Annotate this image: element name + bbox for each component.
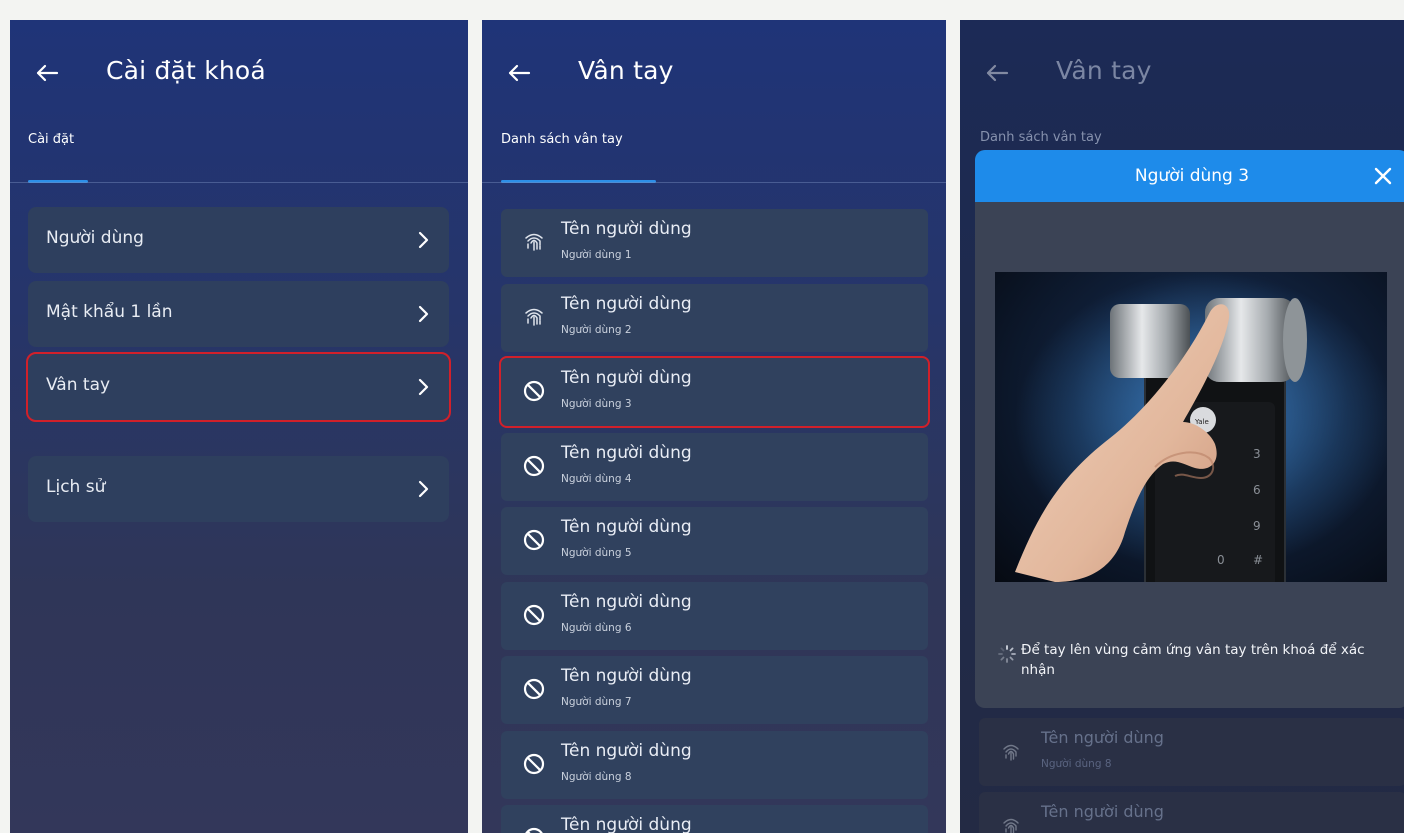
tab-fingerprint-list[interactable]: Danh sách vân tay [501, 132, 623, 147]
fingerprint-list-item[interactable]: Tên người dùng Người dùng 3 [499, 356, 930, 428]
user-name: Tên người dùng [561, 591, 692, 612]
user-label: Người dùng 4 [561, 472, 632, 485]
user-label: Người dùng 8 [1041, 758, 1112, 770]
user-name: Tên người dùng [561, 293, 692, 314]
keypad-key: 6 [1253, 483, 1261, 497]
chevron-right-icon [418, 378, 429, 396]
page-title: Vân tay [578, 56, 674, 85]
fingerprint-list-item[interactable]: Tên người dùng [501, 805, 928, 833]
blocked-icon [523, 753, 545, 774]
user-name: Tên người dùng [561, 740, 692, 761]
dialog-title: Người dùng 3 [1134, 166, 1250, 186]
fingerprint-verify-screen: Vân tay Danh sách vân tay Tên người dùng… [960, 20, 1404, 833]
fingerprint-icon [525, 308, 543, 326]
user-name: Tên người dùng [561, 368, 692, 388]
menu-item-label: Lịch sử [46, 477, 106, 497]
fingerprint-list-item[interactable]: Tên người dùng Người dùng 6 [501, 581, 928, 650]
menu-item-label: Người dùng [46, 228, 144, 248]
back-arrow-icon[interactable] [32, 58, 62, 88]
menu-item-fingerprint[interactable]: Vân tay [26, 352, 451, 422]
loading-spinner-icon [998, 645, 1016, 663]
lock-fingerprint-illustration: 3 6 9 0 # Yale [995, 272, 1387, 582]
menu-item-one-time-password[interactable]: Mật khẩu 1 lần [28, 281, 449, 347]
header: Vân tay [960, 20, 1404, 130]
fingerprint-list-item[interactable]: Tên người dùng Người dùng 1 [501, 209, 928, 277]
fingerprint-list-item[interactable]: Tên người dùng Người dùng 5 [501, 507, 928, 575]
tab-settings[interactable]: Cài đặt [28, 132, 74, 147]
fingerprint-list-item[interactable]: Tên người dùng Người dùng 4 [501, 432, 928, 501]
user-label: Người dùng 6 [561, 621, 632, 634]
user-label: Người dùng 8 [561, 770, 632, 783]
user-label: Người dùng 3 [561, 398, 632, 410]
header: Vân tay [482, 20, 946, 130]
keypad-key: 3 [1253, 447, 1261, 461]
lock-hand-illustration: 3 6 9 0 # Yale [1015, 272, 1387, 582]
blocked-icon [523, 380, 545, 402]
lock-brand: Yale [1194, 418, 1209, 426]
back-arrow-icon[interactable] [504, 58, 534, 88]
user-label: Người dùng 2 [561, 323, 632, 336]
fingerprint-list-item[interactable]: Tên người dùng Người dùng 2 [501, 283, 928, 352]
menu-item-users[interactable]: Người dùng [28, 207, 449, 273]
header: Cài đặt khoá [10, 20, 468, 130]
menu-item-history[interactable]: Lịch sử [28, 456, 449, 522]
user-name: Tên người dùng [561, 219, 692, 239]
blocked-icon [523, 455, 545, 476]
fingerprint-list-screen: Vân tay Danh sách vân tay Tên người dùng… [482, 20, 946, 833]
chevron-right-icon [418, 480, 429, 498]
user-label: Người dùng 5 [561, 547, 632, 559]
chevron-right-icon [418, 231, 429, 249]
user-name: Tên người dùng [1041, 802, 1164, 821]
fingerprint-verify-dialog: Người dùng 3 3 6 9 0 # Yale Để tay lên v… [975, 150, 1404, 708]
fingerprint-icon [1003, 744, 1019, 761]
keypad-key: 9 [1253, 519, 1261, 533]
keypad-key: # [1253, 553, 1263, 567]
list-item: Tên người dùng [979, 792, 1404, 833]
menu-item-label: Mật khẩu 1 lần [46, 302, 173, 322]
page-title: Vân tay [1056, 56, 1152, 85]
tab-divider [10, 182, 468, 183]
fingerprint-instruction: Để tay lên vùng cảm ứng vân tay trên kho… [1021, 642, 1365, 678]
user-label: Người dùng 1 [561, 249, 632, 261]
keypad-key: 0 [1217, 553, 1225, 567]
blocked-icon [525, 827, 543, 833]
blocked-icon [523, 678, 545, 700]
chevron-right-icon [418, 305, 429, 323]
dialog-header: Người dùng 3 [975, 150, 1404, 202]
back-arrow-icon [986, 64, 1009, 82]
list-item: Tên người dùng Người dùng 8 [979, 718, 1404, 786]
close-icon[interactable] [1373, 166, 1393, 186]
fingerprint-icon [525, 233, 543, 251]
user-name: Tên người dùng [561, 442, 692, 463]
user-name: Tên người dùng [561, 666, 692, 686]
user-label: Người dùng 7 [561, 696, 632, 708]
menu-item-label: Vân tay [46, 375, 111, 395]
blocked-icon [523, 604, 545, 625]
user-name: Tên người dùng [1041, 728, 1164, 747]
tab-fingerprint-list: Danh sách vân tay [980, 130, 1102, 145]
fingerprint-list-item[interactable]: Tên người dùng Người dùng 8 [501, 730, 928, 799]
fingerprint-list-item[interactable]: Tên người dùng Người dùng 7 [501, 656, 928, 724]
tab-divider [482, 182, 946, 183]
fingerprint-icon [1003, 818, 1019, 833]
page-title: Cài đặt khoá [106, 56, 266, 85]
user-name: Tên người dùng [561, 815, 692, 833]
lock-settings-screen: Cài đặt khoá Cài đặt Người dùng Mật khẩu… [10, 20, 468, 833]
user-name: Tên người dùng [561, 517, 692, 537]
blocked-icon [523, 529, 545, 551]
